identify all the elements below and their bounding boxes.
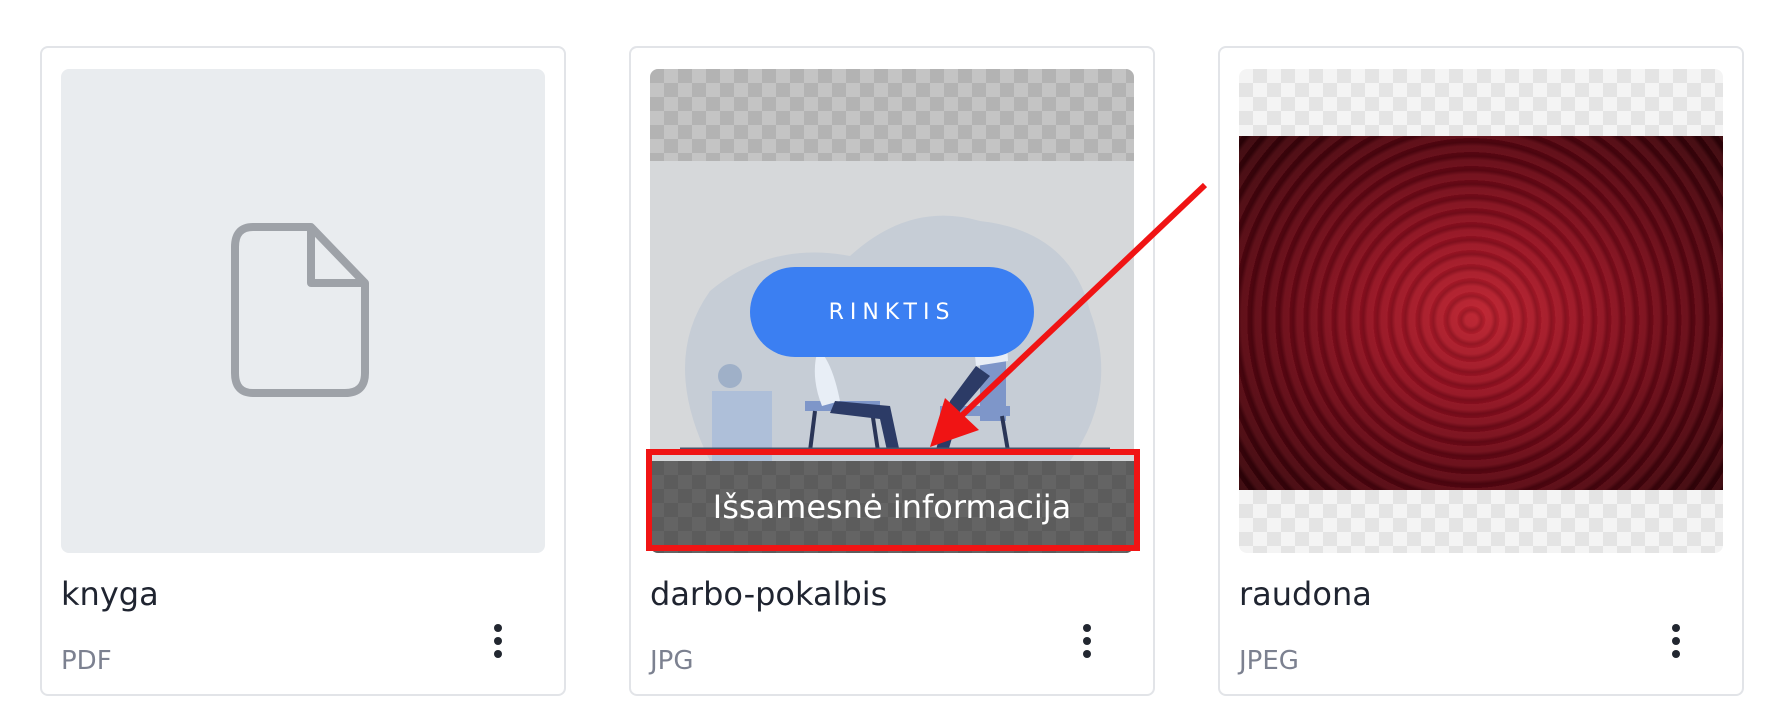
more-options-button[interactable] [1656,608,1696,668]
media-card-raudona[interactable]: raudona JPEG [1218,46,1744,696]
thumbnail-image[interactable] [1239,69,1723,553]
file-type: JPEG [1239,646,1299,676]
transparent-area [1239,490,1723,553]
more-vertical-icon [1672,624,1680,632]
file-icon [231,223,369,397]
thumbnail-placeholder[interactable] [61,69,545,553]
more-vertical-icon [494,624,502,632]
details-link[interactable]: Išsamesnė informacija [650,461,1134,553]
media-grid: knyga PDF Išsamesnė informacija RINKTIS … [0,0,1784,722]
more-options-button[interactable] [478,608,518,668]
transparent-area [650,69,1134,161]
file-title: knyga [61,575,159,613]
more-options-button[interactable] [1067,608,1107,668]
media-card-darbo-pokalbis[interactable]: Išsamesnė informacija RINKTIS darbo-poka… [629,46,1155,696]
file-type: PDF [61,646,112,676]
file-title: raudona [1239,575,1372,613]
transparent-area [1239,69,1723,136]
red-damask-image [1239,136,1723,490]
file-title: darbo-pokalbis [650,575,888,613]
more-vertical-icon [1083,624,1091,632]
media-card-knyga[interactable]: knyga PDF [40,46,566,696]
thumbnail-image[interactable]: Išsamesnė informacija RINKTIS [650,69,1134,553]
select-button[interactable]: RINKTIS [750,267,1034,357]
file-type: JPG [650,646,694,676]
